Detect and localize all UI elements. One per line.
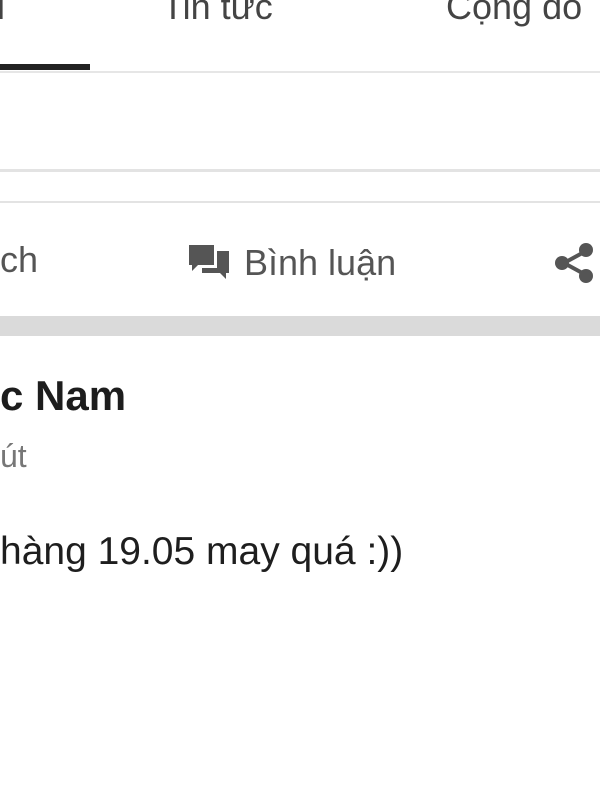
post-text: hàng 19.05 may quá :)) bbox=[0, 530, 404, 573]
tab-bar: ı Tin tức Cộng đồ bbox=[0, 0, 600, 73]
tab-news[interactable]: Tin tức bbox=[162, 0, 273, 28]
content-blank-area bbox=[0, 73, 600, 169]
page: ı Tin tức Cộng đồ ch Bình luận c Nam út … bbox=[0, 0, 600, 800]
post-timestamp: út bbox=[0, 438, 27, 474]
comment-button[interactable]: Bình luận bbox=[186, 223, 396, 303]
post-action-bar: ch Bình luận bbox=[0, 203, 600, 315]
tab-active-indicator bbox=[0, 64, 90, 70]
tab-active[interactable]: ı bbox=[0, 0, 6, 28]
comment-icon bbox=[189, 245, 229, 279]
share-button[interactable] bbox=[552, 223, 596, 303]
share-icon bbox=[555, 243, 593, 283]
section-separator bbox=[0, 316, 600, 336]
action-left-partial-label[interactable]: ch bbox=[0, 239, 38, 281]
divider bbox=[0, 169, 600, 172]
tab-community[interactable]: Cộng đồ bbox=[446, 0, 582, 28]
comment-label: Bình luận bbox=[244, 242, 397, 283]
post-author-name[interactable]: c Nam bbox=[0, 372, 126, 420]
